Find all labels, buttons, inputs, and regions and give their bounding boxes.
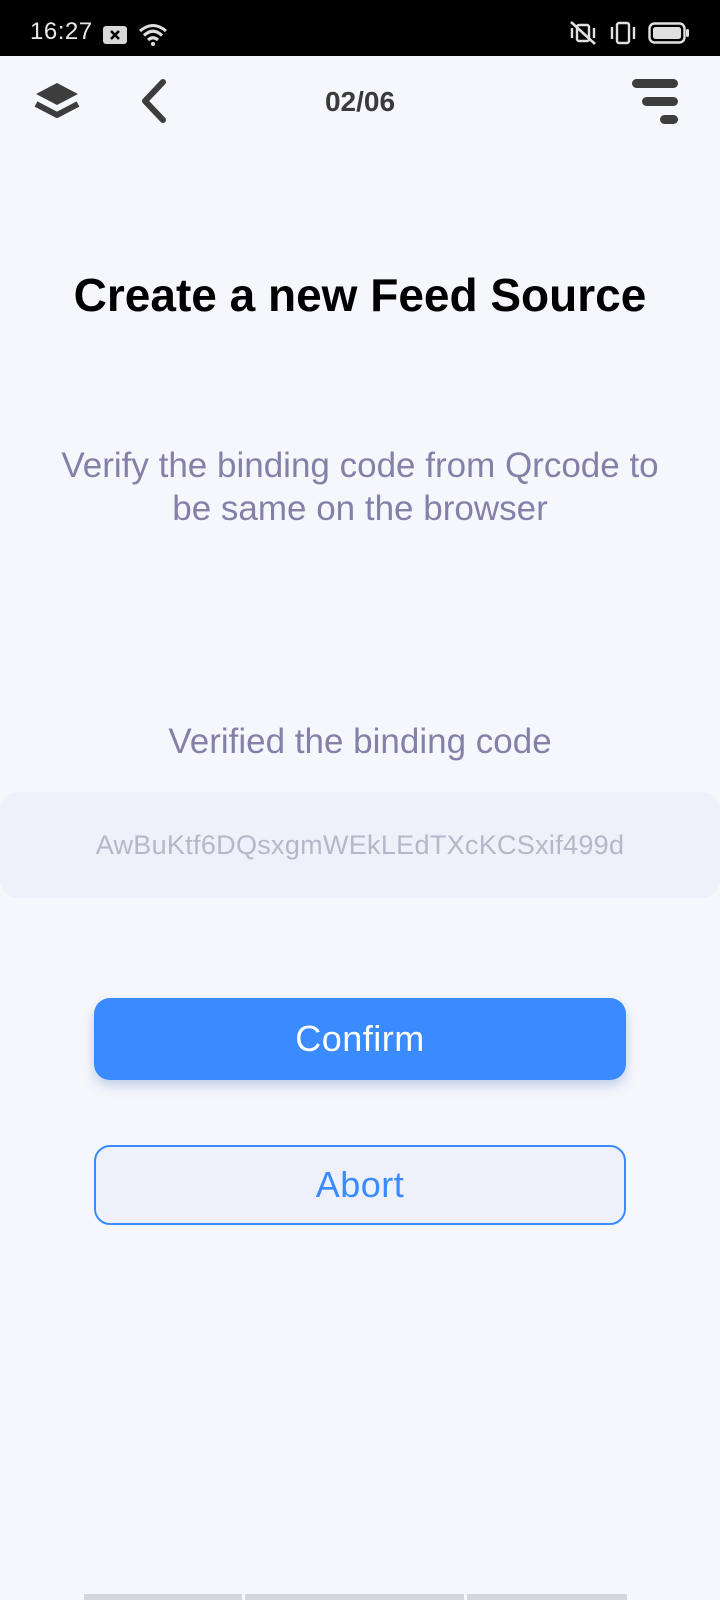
instruction-line-1: Verify the binding code from Qrcode to <box>61 446 659 485</box>
top-nav-bar: 02/06 <box>0 56 720 156</box>
bottom-indicator-segment <box>467 1594 627 1600</box>
binding-code-label: Verified the binding code <box>168 722 552 761</box>
page-counter-wrap: 02/06 <box>0 86 720 118</box>
status-time: 16:27 <box>30 18 93 45</box>
layers-icon <box>32 79 82 128</box>
binding-code-value: AwBuKtf6DQsxgmWEkLEdTXcKCSxif499d <box>95 829 625 860</box>
menu-button[interactable] <box>628 76 682 132</box>
notification-x-icon <box>102 25 128 50</box>
layers-button[interactable] <box>30 78 84 128</box>
wifi-icon <box>138 23 168 52</box>
vibrate-icon <box>608 20 638 51</box>
instruction-line-2: be same on the browser <box>172 489 548 528</box>
instruction-text: Verify the binding code from Qrcode to b… <box>0 444 720 530</box>
bottom-indicator-segment <box>84 1594 242 1600</box>
status-right-icons <box>568 20 690 51</box>
status-left-icons <box>102 23 168 52</box>
page-title: Create a new Feed Source <box>73 269 647 321</box>
back-button[interactable] <box>132 78 176 128</box>
status-bar: 16:27 <box>0 0 720 56</box>
bottom-indicator <box>84 1594 627 1600</box>
confirm-button[interactable]: Confirm <box>94 998 626 1080</box>
bottom-indicator-segment <box>245 1594 464 1600</box>
battery-icon <box>648 21 690 50</box>
page-counter: 02/06 <box>324 86 396 117</box>
binding-code-field: AwBuKtf6DQsxgmWEkLEdTXcKCSxif499d <box>0 792 720 898</box>
abort-button[interactable]: Abort <box>94 1145 626 1225</box>
menu-icon <box>630 76 680 133</box>
back-chevron-icon <box>137 78 171 129</box>
vibrate-mute-icon <box>568 20 598 51</box>
